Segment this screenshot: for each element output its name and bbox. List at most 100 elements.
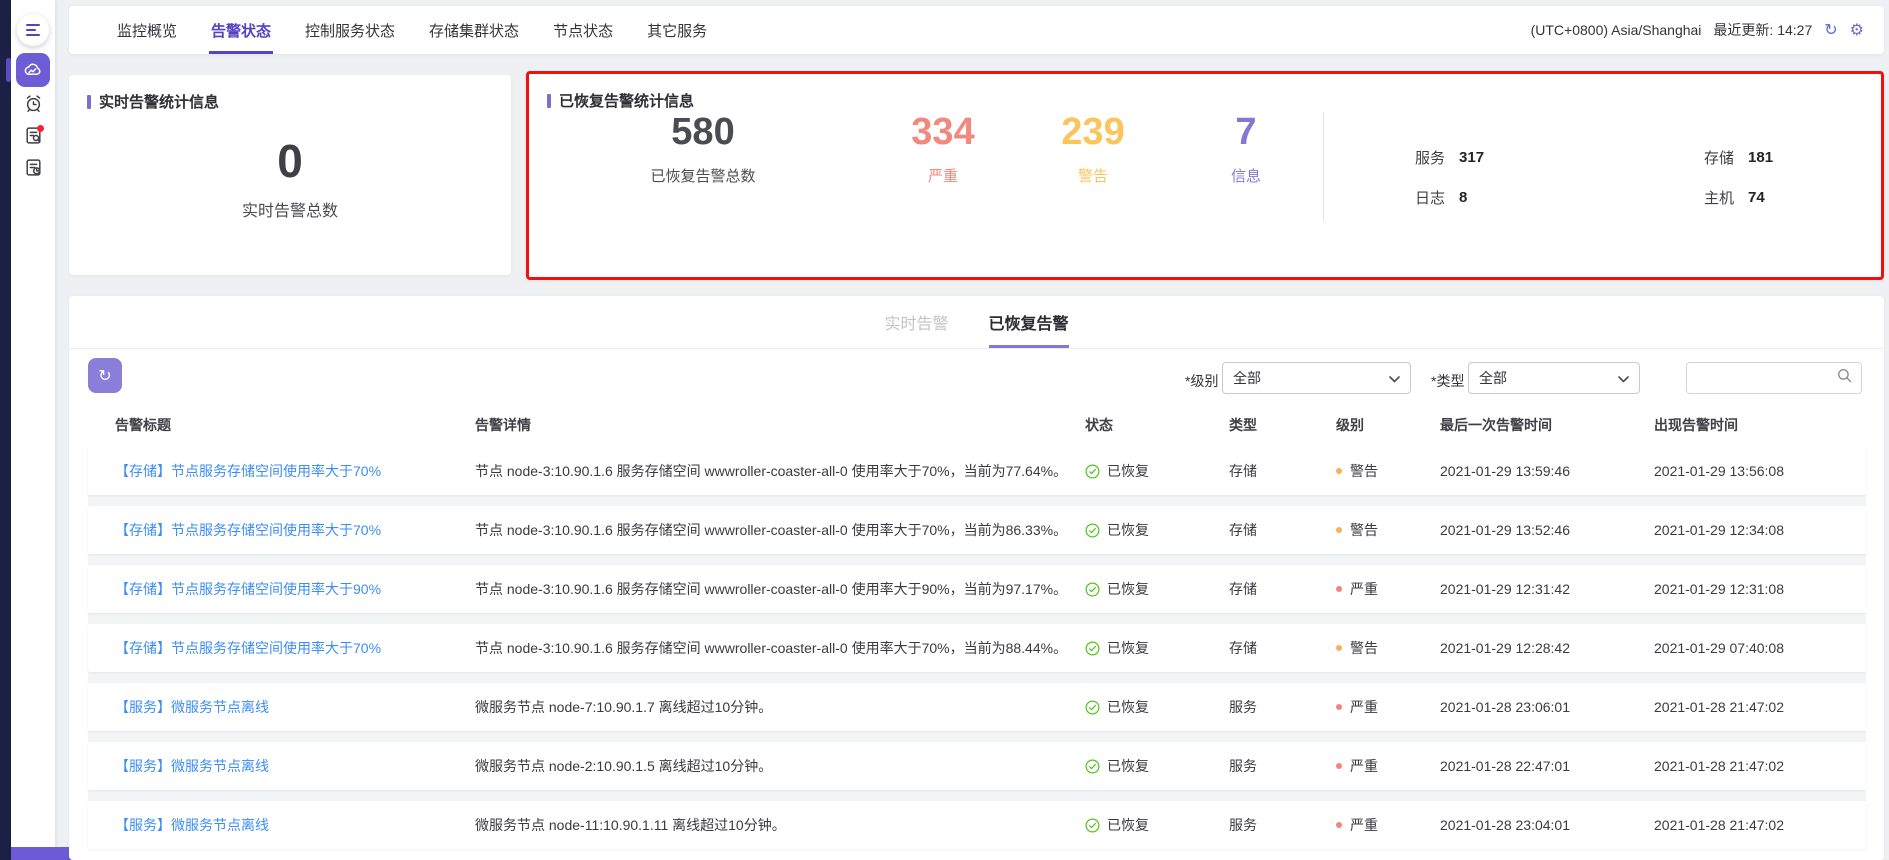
first-alert-time: 2021-01-29 13:56:08	[1654, 463, 1866, 479]
table-row: 【存储】节点服务存储空间使用率大于70% 节点 node-3:10.90.1.6…	[88, 624, 1866, 672]
sidebar-item-monitor[interactable]	[16, 53, 50, 87]
alert-type: 存储	[1229, 520, 1336, 540]
level-dot-icon	[1336, 645, 1342, 651]
tab-control-service-status[interactable]: 控制服务状态	[303, 6, 397, 54]
search-icon[interactable]	[1837, 368, 1852, 388]
vertical-divider	[1323, 112, 1324, 222]
alert-detail: 节点 node-3:10.90.1.6 服务存储空间 wwwroller-coa…	[475, 579, 1085, 599]
category-service: 服务 317	[1415, 147, 1704, 168]
alert-type: 存储	[1229, 579, 1336, 599]
realtime-total-value: 0	[277, 136, 303, 187]
refresh-icon[interactable]: ↻	[1824, 22, 1837, 38]
notification-dot	[37, 125, 44, 132]
level-dot-icon	[1336, 763, 1342, 769]
timezone-label: (UTC+0800) Asia/Shanghai	[1531, 22, 1702, 38]
col-alert-detail: 告警详情	[475, 415, 1085, 435]
table-row: 【存储】节点服务存储空间使用率大于90% 节点 node-3:10.90.1.6…	[88, 565, 1866, 613]
alert-level: 严重	[1336, 815, 1440, 835]
refresh-icon: ↻	[98, 366, 111, 385]
alert-detail: 微服务节点 node-2:10.90.1.5 离线超过10分钟。	[475, 756, 1085, 776]
last-alert-time: 2021-01-29 12:28:42	[1440, 640, 1654, 656]
category-storage: 存储 181	[1704, 147, 1889, 168]
realtime-card-title: 实时告警统计信息	[99, 91, 219, 112]
level-dot-icon	[1336, 468, 1342, 474]
level-dot-icon	[1336, 704, 1342, 710]
type-filter-label: *类型	[1431, 371, 1464, 391]
alert-title-link[interactable]: 【存储】节点服务存储空间使用率大于70%	[115, 520, 475, 540]
alert-title-link[interactable]: 【服务】微服务节点离线	[115, 697, 475, 717]
alert-title-link[interactable]: 【服务】微服务节点离线	[115, 815, 475, 835]
last-alert-time: 2021-01-29 12:31:42	[1440, 581, 1654, 597]
alert-type: 服务	[1229, 697, 1336, 717]
alert-level: 严重	[1336, 697, 1440, 717]
alert-detail: 节点 node-3:10.90.1.6 服务存储空间 wwwroller-coa…	[475, 461, 1085, 481]
stat-recovered-total: 580 已恢复告警总数	[593, 112, 813, 186]
category-log: 日志 8	[1415, 187, 1704, 208]
first-alert-time: 2021-01-28 21:47:02	[1654, 758, 1866, 774]
category-host: 主机 74	[1704, 187, 1889, 208]
cloud-monitor-icon	[22, 59, 44, 81]
alerts-tabs: 实时告警 已恢复告警	[69, 310, 1884, 349]
category-counts: 服务 317 存储 181 日志 8 主机 74	[1415, 137, 1889, 217]
first-alert-time: 2021-01-29 12:31:08	[1654, 581, 1866, 597]
history-doc-icon	[23, 157, 44, 178]
table-refresh-button[interactable]: ↻	[88, 358, 122, 393]
sidebar-item-alarms[interactable]	[21, 91, 45, 115]
alert-type: 存储	[1229, 638, 1336, 658]
type-select[interactable]: 全部	[1468, 362, 1640, 394]
last-alert-time: 2021-01-28 23:04:01	[1440, 817, 1654, 833]
search-input[interactable]	[1696, 370, 1837, 386]
recovered-card-title: 已恢复告警统计信息	[559, 90, 694, 111]
tab-monitor-overview[interactable]: 监控概览	[115, 6, 179, 54]
menu-icon	[26, 24, 40, 26]
tab-other-services[interactable]: 其它服务	[645, 6, 709, 54]
level-dot-icon	[1336, 527, 1342, 533]
col-alert-title: 告警标题	[115, 415, 475, 435]
tab-alert-status[interactable]: 告警状态	[209, 6, 273, 54]
tabs-divider-line	[69, 348, 1884, 349]
alert-type: 存储	[1229, 461, 1336, 481]
search-box	[1686, 362, 1862, 394]
check-circle-icon	[1085, 641, 1100, 656]
tab-recovered-alerts[interactable]: 已恢复告警	[989, 310, 1069, 349]
first-alert-time: 2021-01-28 21:47:02	[1654, 817, 1866, 833]
col-first-alert-time: 出现告警时间	[1654, 415, 1866, 435]
table-header: 告警标题 告警详情 状态 类型 级别 最后一次告警时间 出现告警时间	[88, 413, 1866, 437]
alerts-table-card: 实时告警 已恢复告警 ↻ *级别 全部 *类型 全部	[69, 296, 1884, 860]
chevron-down-icon	[1618, 370, 1629, 386]
alert-title-link[interactable]: 【存储】节点服务存储空间使用率大于70%	[115, 638, 475, 658]
alarm-clock-icon	[23, 93, 44, 114]
alert-title-link[interactable]: 【服务】微服务节点离线	[115, 756, 475, 776]
col-level: 级别	[1336, 415, 1440, 435]
sidebar-item-history[interactable]	[21, 155, 45, 179]
status-badge: 已恢复	[1085, 638, 1229, 658]
gear-icon[interactable]: ⚙	[1850, 22, 1864, 38]
alert-rows: 【存储】节点服务存储空间使用率大于70% 节点 node-3:10.90.1.6…	[88, 447, 1866, 849]
title-marker	[87, 95, 91, 109]
first-alert-time: 2021-01-28 21:47:02	[1654, 699, 1866, 715]
chevron-down-icon	[1389, 370, 1400, 386]
alert-title-link[interactable]: 【存储】节点服务存储空间使用率大于70%	[115, 461, 475, 481]
menu-toggle-button[interactable]	[17, 14, 49, 46]
status-badge: 已恢复	[1085, 579, 1229, 599]
last-update-label: 最近更新: 14:27	[1713, 20, 1812, 40]
tab-storage-cluster-status[interactable]: 存储集群状态	[427, 6, 521, 54]
tab-node-status[interactable]: 节点状态	[551, 6, 615, 54]
alert-detail: 微服务节点 node-11:10.90.1.11 离线超过10分钟。	[475, 815, 1085, 835]
col-type: 类型	[1229, 415, 1336, 435]
tab-realtime-alerts[interactable]: 实时告警	[884, 310, 948, 349]
alert-title-link[interactable]: 【存储】节点服务存储空间使用率大于90%	[115, 579, 475, 599]
table-row: 【服务】微服务节点离线 微服务节点 node-2:10.90.1.5 离线超过1…	[88, 742, 1866, 790]
check-circle-icon	[1085, 700, 1100, 715]
status-badge: 已恢复	[1085, 815, 1229, 835]
last-alert-time: 2021-01-28 23:06:01	[1440, 699, 1654, 715]
active-item-indicator	[6, 58, 11, 82]
alert-level: 严重	[1336, 579, 1440, 599]
table-row: 【存储】节点服务存储空间使用率大于70% 节点 node-3:10.90.1.6…	[88, 506, 1866, 554]
last-alert-time: 2021-01-29 13:52:46	[1440, 522, 1654, 538]
alert-detail: 微服务节点 node-7:10.90.1.7 离线超过10分钟。	[475, 697, 1085, 717]
check-circle-icon	[1085, 759, 1100, 774]
level-select[interactable]: 全部	[1222, 362, 1411, 394]
table-row: 【服务】微服务节点离线 微服务节点 node-11:10.90.1.11 离线超…	[88, 801, 1866, 849]
level-dot-icon	[1336, 822, 1342, 828]
